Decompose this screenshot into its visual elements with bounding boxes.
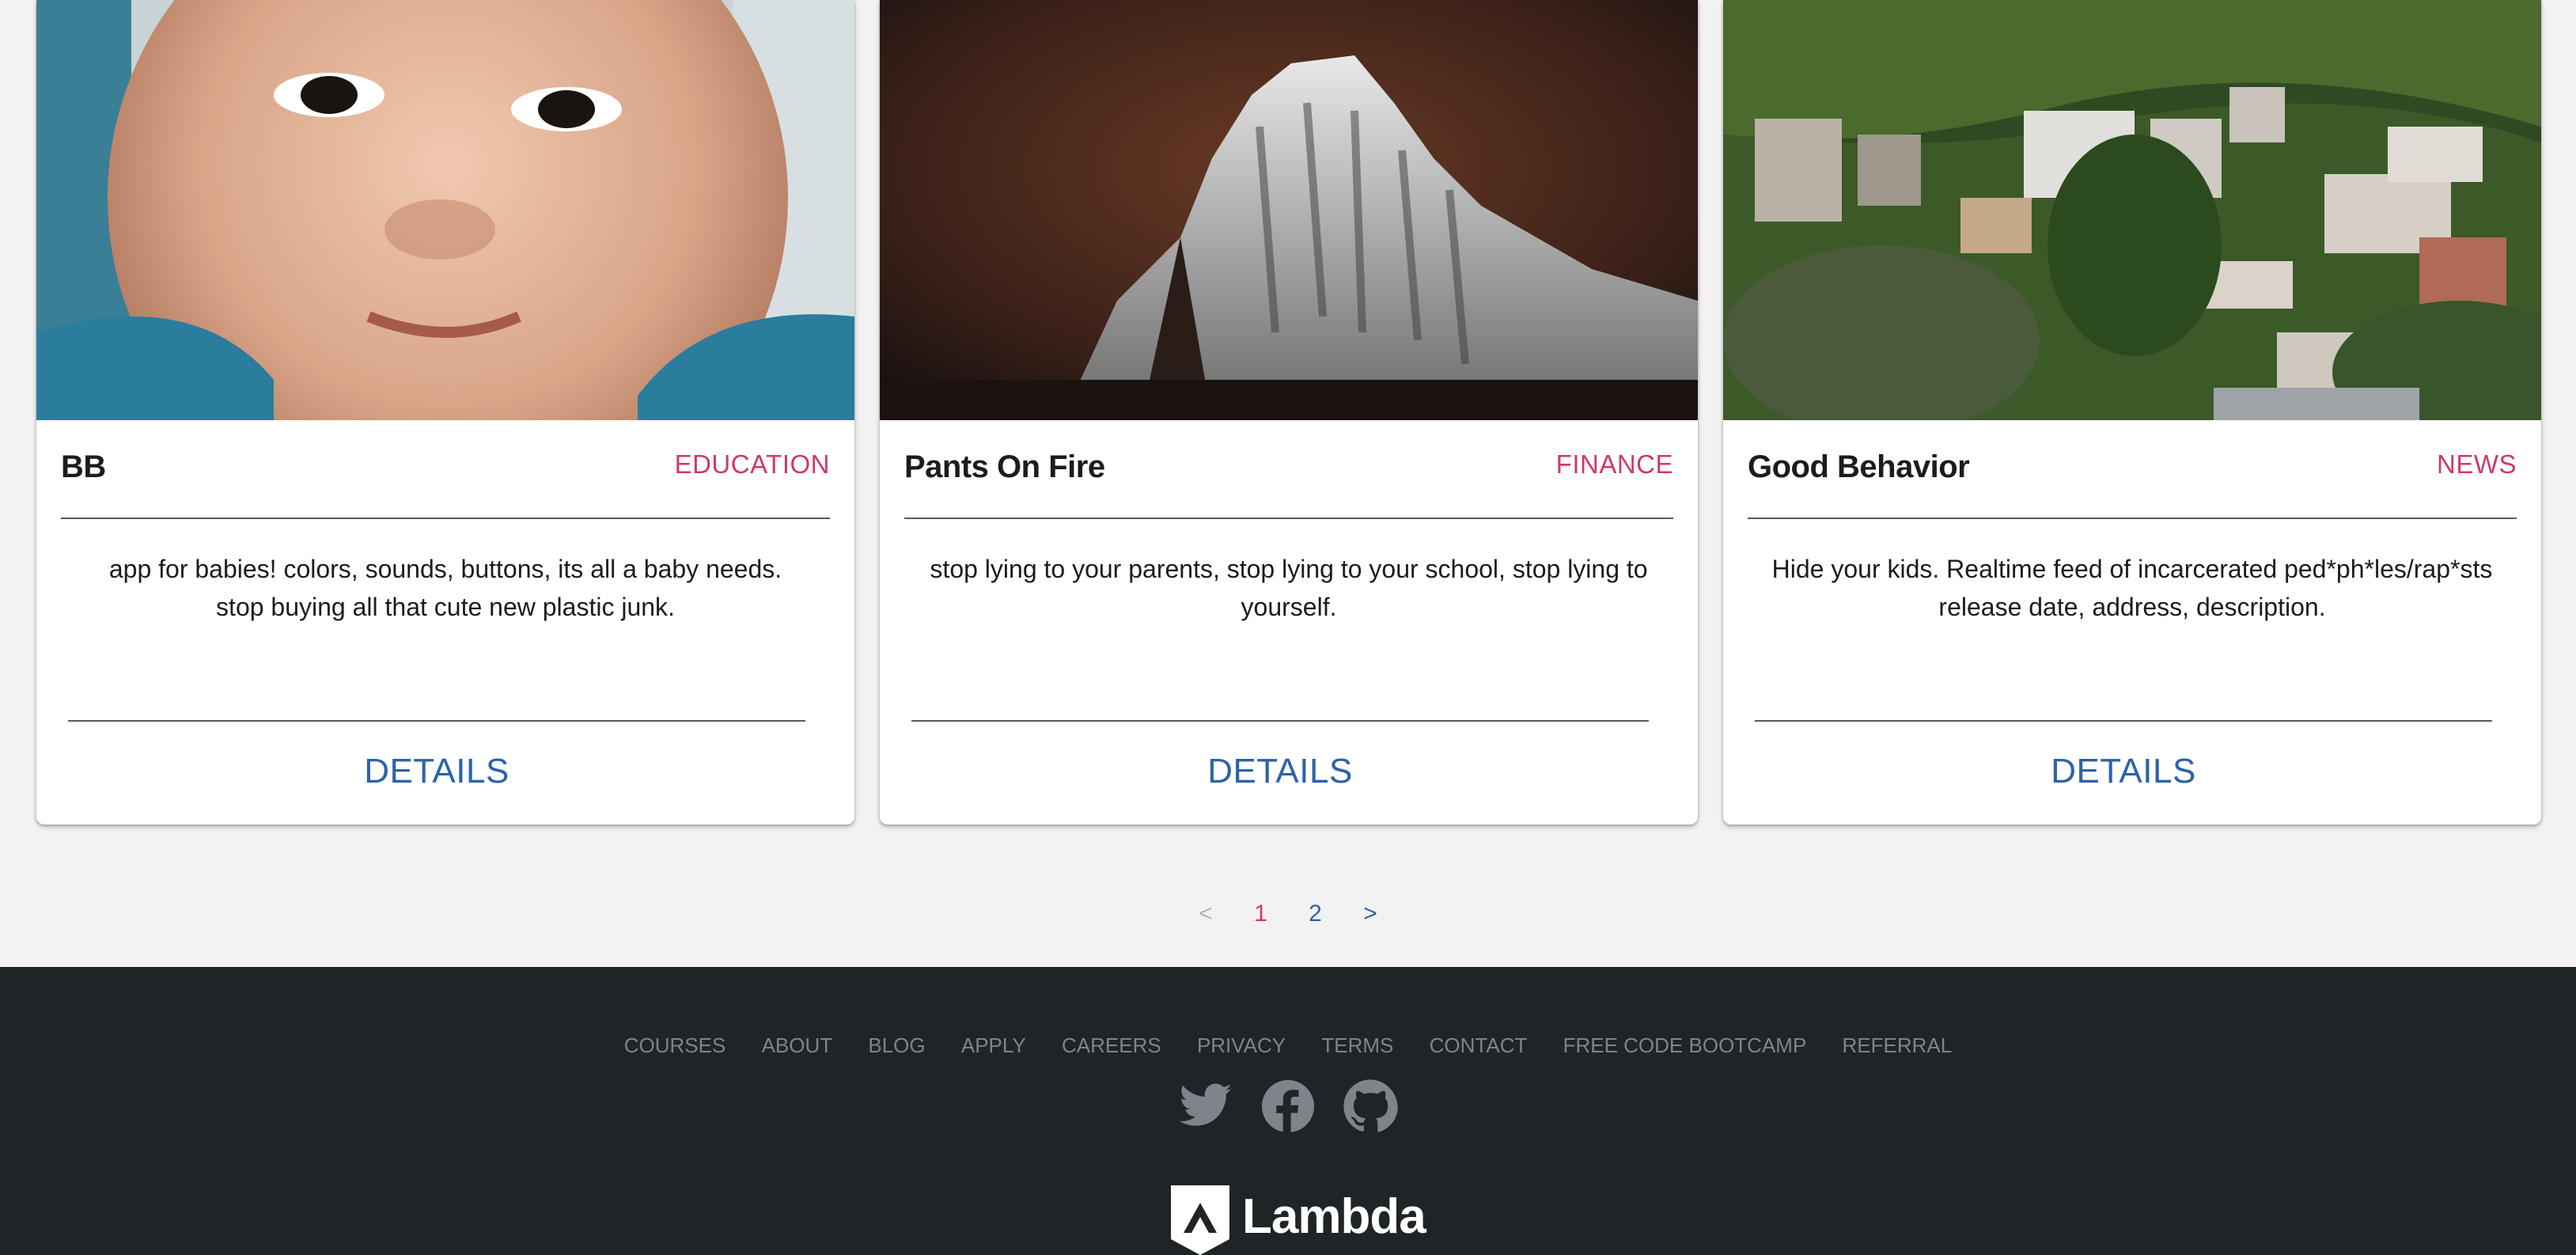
footer-nav: COURSES ABOUT BLOG APPLY CAREERS PRIVACY… [0, 1033, 2576, 1058]
footer-link-careers[interactable]: CAREERS [1062, 1033, 1161, 1058]
card-image-town [1723, 0, 2541, 420]
card-description: app for babies! colors, sounds, buttons,… [108, 555, 782, 621]
brand-name: Lambda [1242, 1189, 1426, 1244]
divider [911, 720, 1649, 722]
footer-link-privacy[interactable]: PRIVACY [1197, 1033, 1286, 1058]
details-button[interactable]: DETAILS [68, 752, 805, 791]
project-card: BB EDUCATION app for babies! colors, sou… [36, 0, 854, 825]
footer-link-apply[interactable]: APPLY [961, 1033, 1026, 1058]
footer-link-referral[interactable]: REFERRAL [1843, 1033, 1953, 1058]
footer-link-blog[interactable]: BLOG [868, 1033, 925, 1058]
card-title: Pants On Fire [904, 449, 1105, 484]
divider [68, 720, 805, 722]
lambda-logo-icon [1171, 1185, 1229, 1255]
page: BB EDUCATION app for babies! colors, sou… [0, 0, 2576, 1255]
project-card-grid: BB EDUCATION app for babies! colors, sou… [36, 0, 2541, 825]
pagination-page-2[interactable]: 2 [1309, 900, 1322, 927]
footer-link-about[interactable]: ABOUT [762, 1033, 833, 1058]
divider [61, 518, 830, 519]
divider [1755, 720, 2492, 722]
facebook-icon[interactable] [1260, 1078, 1316, 1135]
card-description: Hide your kids. Realtime feed of incarce… [1771, 555, 2493, 621]
card-category[interactable]: FINANCE [1556, 449, 1673, 480]
card-category[interactable]: EDUCATION [675, 449, 830, 480]
pagination: < 1 2 > [0, 900, 2576, 927]
card-category[interactable]: NEWS [2437, 449, 2517, 480]
pagination-prev[interactable]: < [1199, 900, 1213, 927]
card-image-baby [36, 0, 854, 420]
pagination-page-1[interactable]: 1 [1254, 900, 1267, 927]
details-button[interactable]: DETAILS [911, 752, 1649, 791]
card-title: Good Behavior [1748, 449, 1970, 484]
footer-link-free-code-bootcamp[interactable]: FREE CODE BOOTCAMP [1563, 1033, 1807, 1058]
social-links [0, 1078, 2576, 1139]
project-card: Good Behavior NEWS Hide your kids. Realt… [1723, 0, 2541, 825]
footer-link-terms[interactable]: TERMS [1321, 1033, 1393, 1058]
twitter-icon[interactable] [1177, 1078, 1234, 1135]
details-button[interactable]: DETAILS [1755, 752, 2492, 791]
card-description: stop lying to your parents, stop lying t… [930, 555, 1648, 621]
footer-link-courses[interactable]: COURSES [624, 1033, 726, 1058]
site-footer: COURSES ABOUT BLOG APPLY CAREERS PRIVACY… [0, 967, 2576, 1255]
card-title: BB [61, 449, 106, 484]
github-icon[interactable] [1342, 1078, 1399, 1135]
project-card: Pants On Fire FINANCE stop lying to your… [880, 0, 1698, 825]
card-image-rock [880, 0, 1698, 420]
divider [1748, 518, 2517, 519]
footer-link-contact[interactable]: CONTACT [1430, 1033, 1528, 1058]
pagination-next[interactable]: > [1363, 900, 1377, 927]
divider [904, 518, 1673, 519]
